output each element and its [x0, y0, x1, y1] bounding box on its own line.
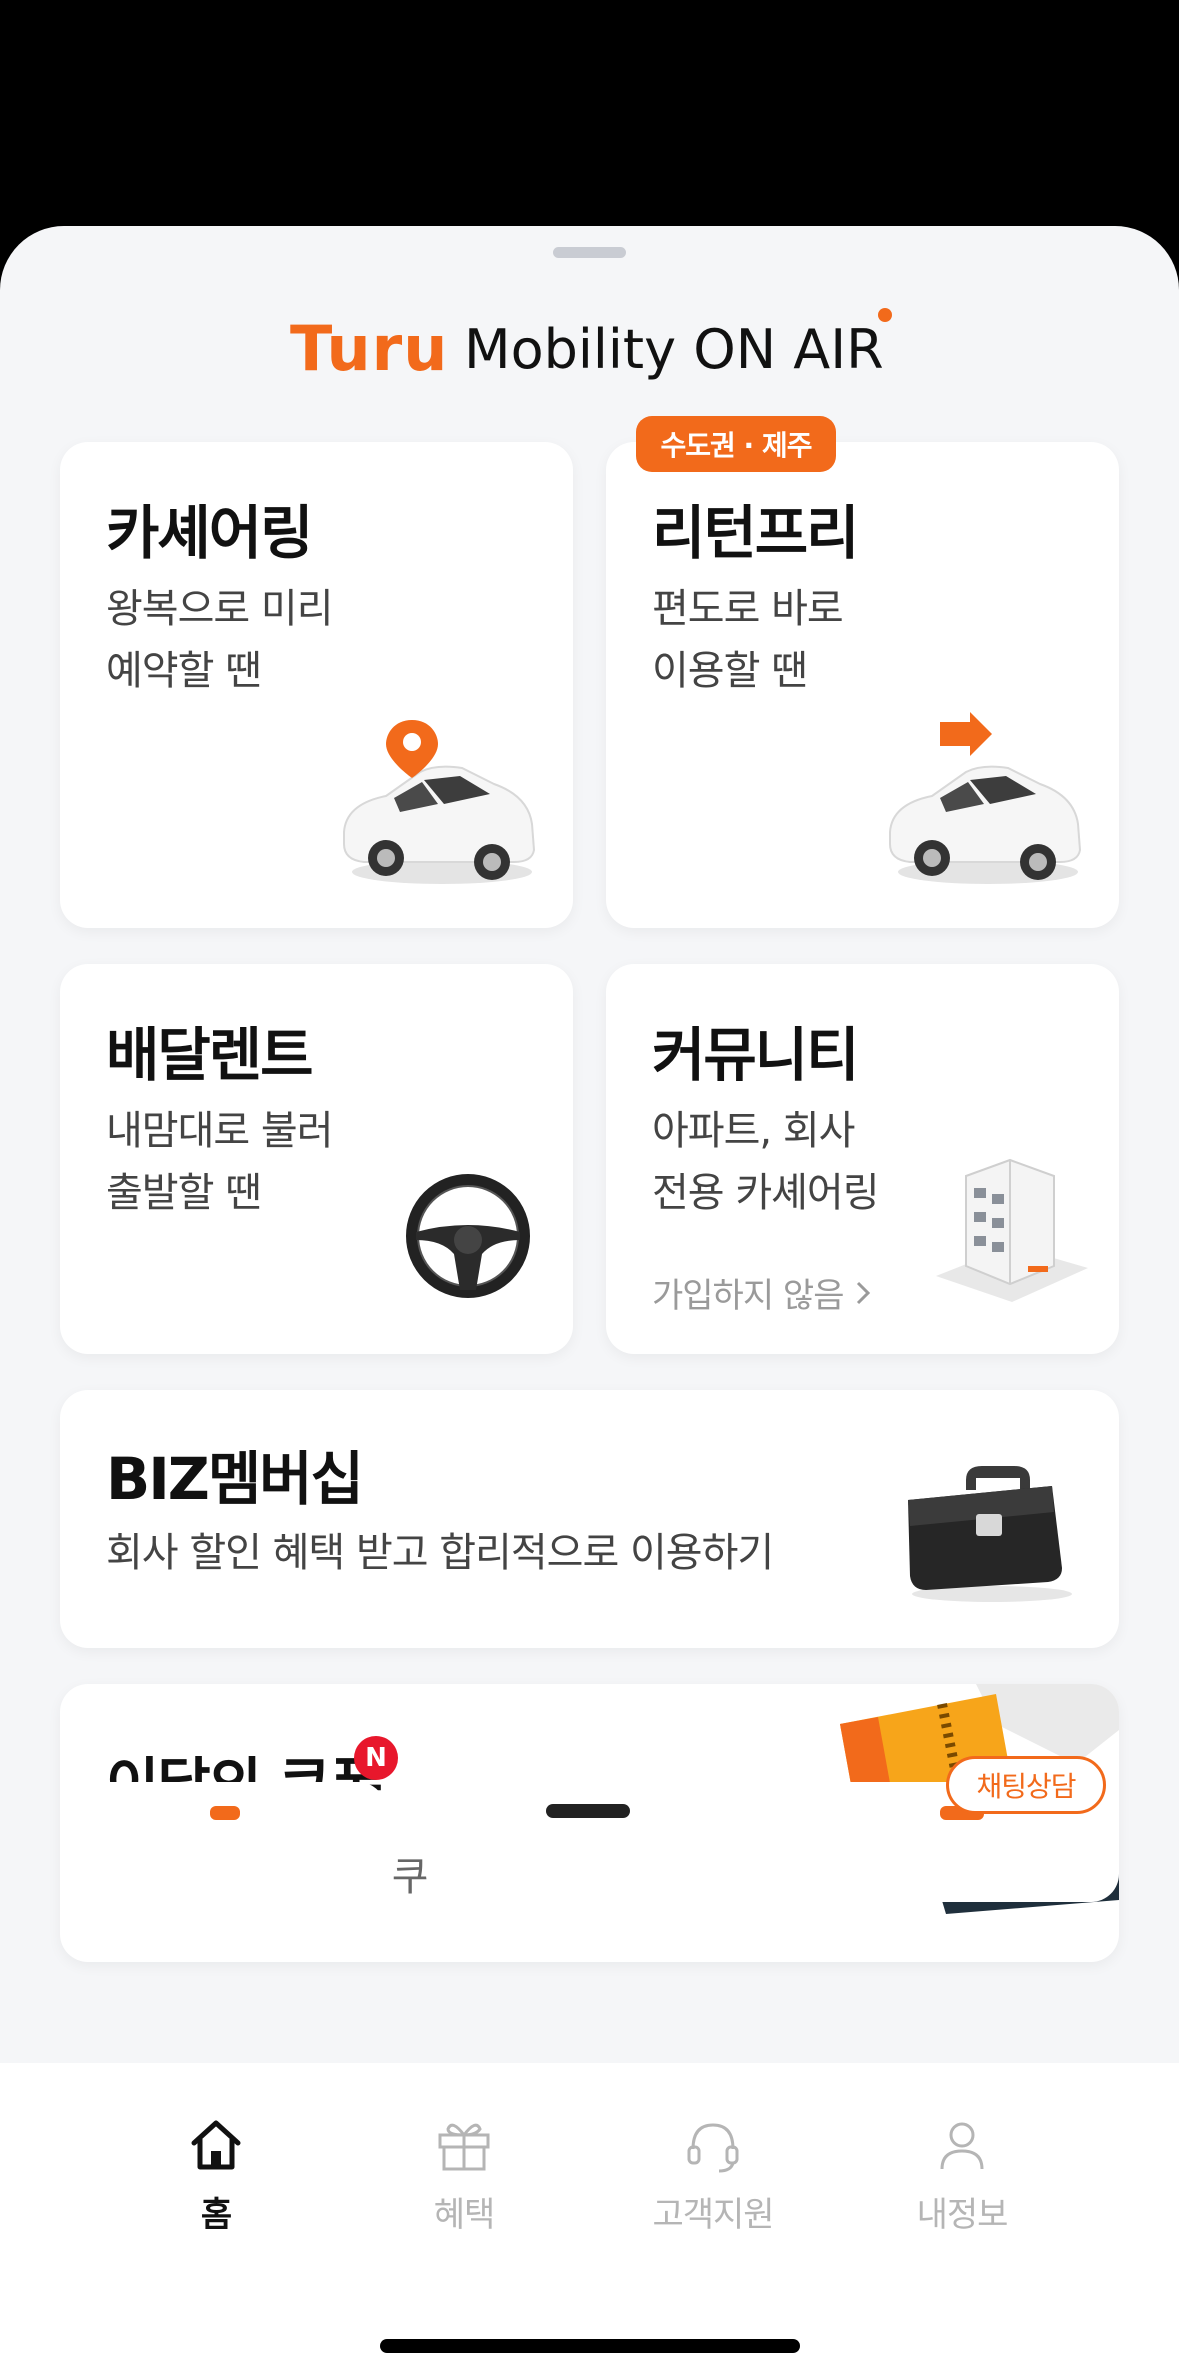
carsharing-card[interactable]: 카셰어링 왕복으로 미리 예약할 땐: [60, 442, 573, 928]
carsharing-desc-2: 예약할 땐: [106, 648, 262, 694]
quick-menu-2-icon: [546, 1804, 630, 1818]
tab-my-info[interactable]: 내정보: [872, 2115, 1052, 2236]
region-badge: 수도권 · 제주: [636, 416, 836, 472]
new-badge: N: [354, 1736, 398, 1780]
sheet-grabber[interactable]: [553, 247, 626, 258]
delivery-rent-title: 배달렌트: [106, 1021, 313, 1089]
logo-brand: Turu: [290, 312, 449, 385]
returnfree-desc-1: 편도로 바로: [652, 586, 844, 632]
steering-wheel-icon: [406, 1174, 530, 1298]
tab-benefits[interactable]: 혜택: [374, 2115, 554, 2236]
quick-menu-card-1[interactable]: [60, 1782, 386, 1902]
returnfree-desc-2: 이용할 땐: [652, 648, 808, 694]
home-icon: [191, 2120, 241, 2170]
home-indicator[interactable]: [380, 2339, 800, 2353]
quick-menu-card-2[interactable]: [426, 1782, 752, 1902]
person-icon: [940, 2122, 984, 2170]
tab-support[interactable]: 고객지원: [623, 2115, 803, 2236]
community-title: 커뮤니티: [652, 1021, 859, 1089]
car-with-arrow-icon: [889, 712, 1082, 884]
returnfree-card[interactable]: 리턴프리 편도로 바로 이용할 땐: [606, 442, 1119, 928]
gift-icon: [438, 2123, 490, 2171]
community-card[interactable]: 커뮤니티 아파트, 회사 전용 카셰어링 가입하지 않음: [606, 964, 1119, 1354]
car-with-pin-icon: [343, 720, 536, 884]
community-join-status: 가입하지 않음: [652, 1276, 844, 1316]
returnfree-title: 리턴프리: [652, 499, 859, 567]
quick-menu-1-icon: [210, 1806, 240, 1820]
building-icon: [936, 1158, 1088, 1302]
logo-dot: [878, 308, 892, 322]
community-join-status-link[interactable]: 가입하지 않음: [652, 1268, 872, 1317]
carsharing-title: 카셰어링: [106, 499, 313, 567]
biz-membership-card[interactable]: BIZ멤버십 회사 할인 혜택 받고 합리적으로 이용하기: [60, 1390, 1119, 1648]
tab-home-label: 홈: [200, 2195, 232, 2235]
chat-consult-button[interactable]: 채팅상담: [946, 1756, 1106, 1814]
tab-support-label: 고객지원: [652, 2195, 774, 2235]
delivery-rent-desc-2: 출발할 땐: [106, 1170, 262, 1216]
tab-my-info-label: 내정보: [916, 2195, 1009, 2235]
app-logo: Turu Mobility ON AIR: [0, 312, 1179, 392]
delivery-rent-desc-1: 내맘대로 불러: [106, 1108, 334, 1154]
bottom-tab-bar: 홈 혜택 고객지원 내정보: [0, 2063, 1179, 2379]
delivery-rent-card[interactable]: 배달렌트 내맘대로 불러 출발할 땐: [60, 964, 573, 1354]
biz-membership-desc: 회사 할인 혜택 받고 합리적으로 이용하기: [106, 1530, 774, 1576]
tab-benefits-label: 혜택: [433, 2195, 496, 2235]
logo-tagline: Mobility ON AIR: [464, 318, 884, 381]
headset-icon: [687, 2123, 739, 2173]
briefcase-icon: [908, 1466, 1072, 1602]
chevron-right-icon: [856, 1281, 870, 1304]
community-desc-2: 전용 카셰어링: [652, 1170, 880, 1216]
tab-home[interactable]: 홈: [126, 2115, 306, 2236]
biz-membership-title: BIZ멤버십: [106, 1445, 364, 1513]
community-desc-1: 아파트, 회사: [652, 1108, 855, 1154]
carsharing-desc-1: 왕복으로 미리: [106, 586, 334, 632]
